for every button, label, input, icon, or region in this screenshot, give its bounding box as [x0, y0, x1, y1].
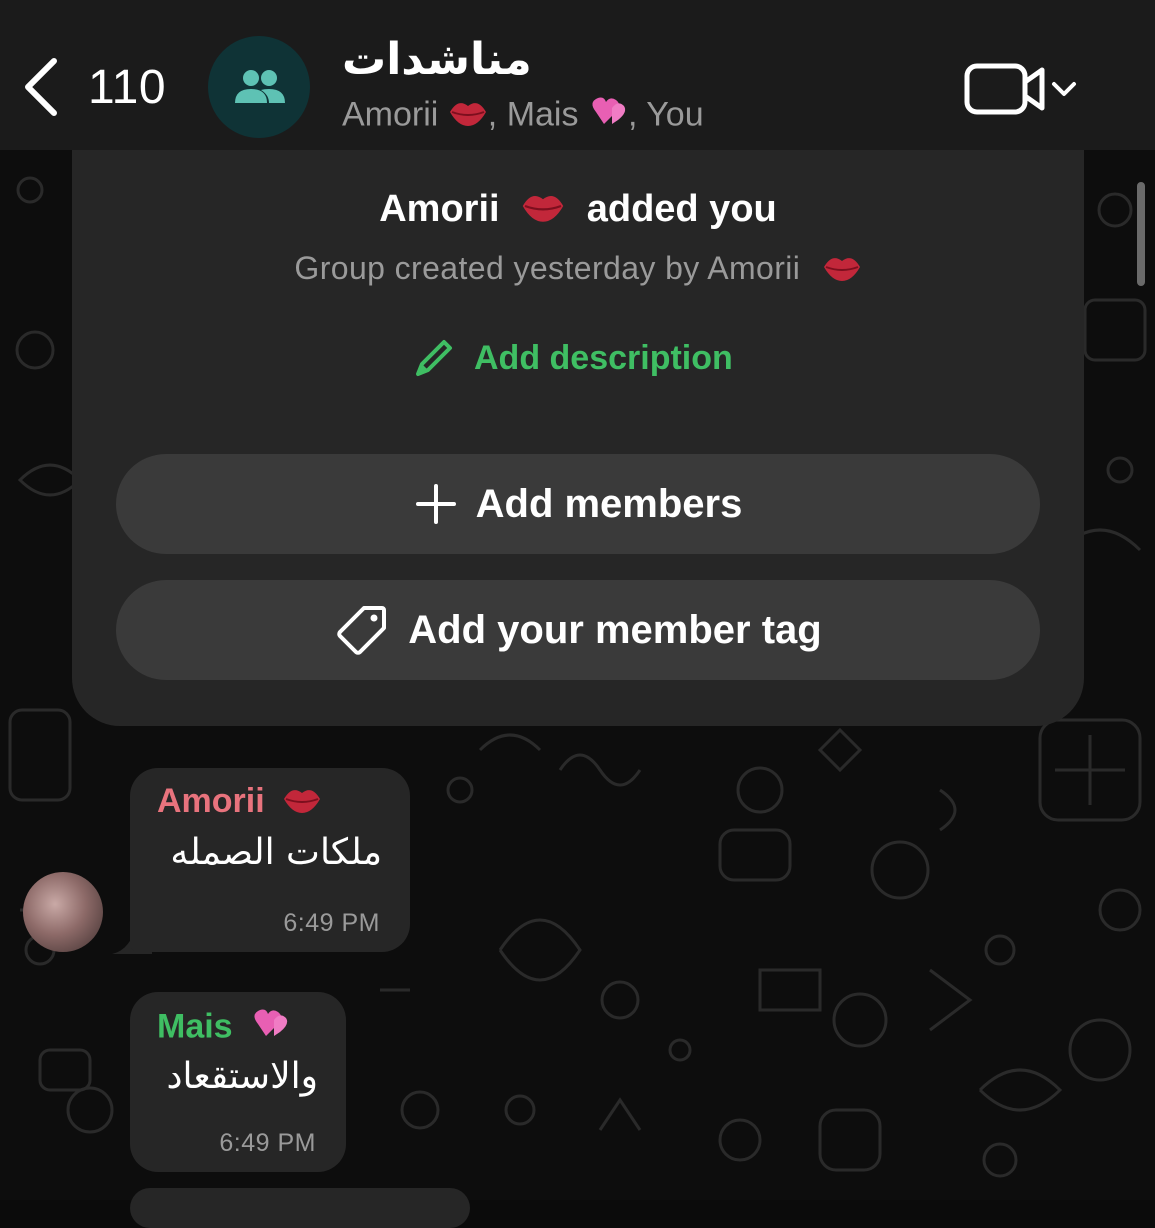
plus-icon	[415, 484, 456, 524]
message-sender[interactable]: Amorii	[157, 782, 322, 824]
add-description-button[interactable]: Add description	[412, 332, 733, 384]
message-bubble[interactable]: Mais والاستقعاد 6:49 PM	[130, 992, 346, 1172]
adder-name: Amorii	[379, 188, 500, 231]
sender-name: Mais	[157, 1007, 233, 1046]
chevron-left-icon	[25, 58, 57, 116]
chat-header: 110 مناشدات Amorii , Mais , You	[0, 0, 1155, 150]
lips-icon	[520, 188, 566, 234]
member-name: Amorii	[342, 95, 439, 134]
added-text: added you	[586, 188, 777, 231]
group-avatar[interactable]	[208, 36, 310, 138]
add-member-tag-button[interactable]: Add your member tag	[116, 580, 1040, 680]
group-people-icon	[235, 70, 285, 103]
lips-icon	[448, 96, 488, 137]
add-member-tag-label: Add your member tag	[408, 607, 822, 652]
chevron-down-icon	[1052, 82, 1076, 96]
lips-icon	[282, 783, 322, 824]
message-time: 6:49 PM	[283, 909, 380, 937]
tag-icon	[337, 606, 387, 655]
group-created-notice: Group created yesterday by Amorii	[72, 250, 1084, 291]
subtitle-separator: ,	[627, 95, 638, 134]
group-members-subtitle[interactable]: Amorii , Mais , You	[342, 94, 704, 139]
chat-title[interactable]: مناشدات	[342, 34, 532, 85]
message-text: ملكات الصمله	[170, 832, 382, 873]
avatar[interactable]	[23, 872, 103, 952]
unread-count: 110	[88, 60, 167, 114]
pencil-icon	[416, 340, 452, 376]
subtitle-separator: ,	[487, 95, 498, 134]
member-name: You	[646, 95, 704, 134]
add-members-button[interactable]: Add members	[116, 454, 1040, 554]
back-button[interactable]: 110	[18, 52, 168, 122]
add-members-label: Add members	[475, 481, 743, 526]
two-hearts-icon	[588, 94, 628, 139]
message-bubble[interactable]	[130, 1188, 470, 1228]
member-name: Mais	[506, 95, 579, 134]
added-you-notice: Amorii added you	[72, 188, 1084, 234]
video-call-button[interactable]	[962, 60, 1082, 120]
lips-icon	[822, 251, 862, 291]
created-text: Group created yesterday by Amorii	[294, 250, 801, 286]
message-text: والاستقعاد	[166, 1056, 318, 1097]
two-hearts-icon	[250, 1006, 290, 1051]
add-description-label: Add description	[474, 338, 733, 377]
message-sender[interactable]: Mais	[157, 1006, 290, 1051]
message-bubble[interactable]: Amorii ملكات الصمله 6:49 PM	[130, 768, 410, 952]
group-info-card: Amorii added you Group created yesterday…	[72, 150, 1084, 726]
video-camera-icon	[964, 63, 1045, 115]
scrollbar[interactable]	[1137, 182, 1145, 286]
message-time: 6:49 PM	[219, 1129, 316, 1157]
sender-name: Amorii	[157, 782, 265, 820]
